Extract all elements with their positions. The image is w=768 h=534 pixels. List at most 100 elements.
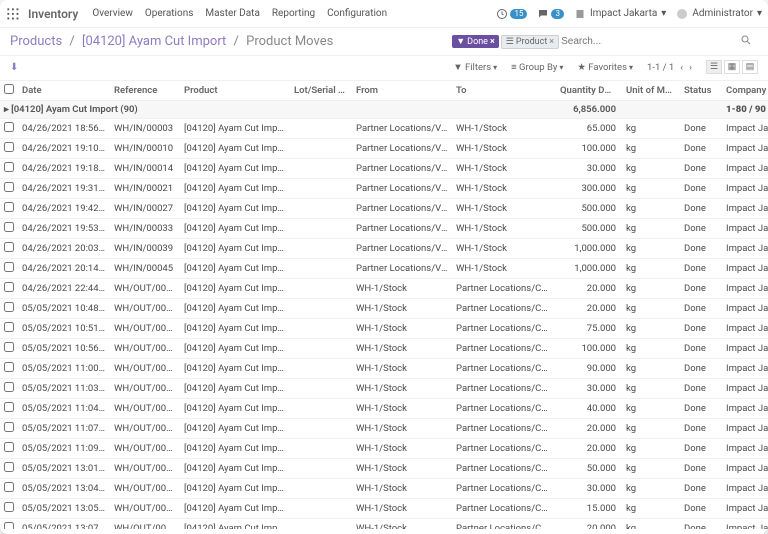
row-checkbox[interactable] [4,262,14,272]
filters-dropdown[interactable]: ▼ Filters [453,62,497,73]
col-product[interactable]: Product [180,81,290,101]
col-status[interactable]: Status [680,81,722,101]
remove-tag-icon[interactable]: × [490,37,495,47]
list-view-button[interactable]: ☰ [706,60,722,74]
table-scroll[interactable]: Date Reference Product Lot/Serial Number… [0,81,768,529]
row-checkbox[interactable] [4,322,14,332]
table-row[interactable]: 05/05/2021 13:04:25WH/OUT/00014[04120] A… [0,479,768,499]
table-row[interactable]: 04/26/2021 19:31:51WH/IN/00021[04120] Ay… [0,179,768,199]
row-checkbox[interactable] [4,422,14,432]
messages-badge: 3 [551,9,564,19]
table-row[interactable]: 04/26/2021 19:18:36WH/IN/00014[04120] Ay… [0,159,768,179]
table-row[interactable]: 05/05/2021 13:05:49WH/OUT/00015[04120] A… [0,499,768,519]
user-label: Administrator [692,8,753,19]
col-to[interactable]: To [452,81,556,101]
breadcrumb-item[interactable]: [04120] Ayam Cut Import [82,34,226,49]
col-from[interactable]: From [352,81,452,101]
table-row[interactable]: 05/05/2021 11:04:58WH/OUT/00011[04120] A… [0,399,768,419]
col-uom[interactable]: Unit of Measure [622,81,680,101]
col-company[interactable]: Company [722,81,768,101]
pager-next-icon[interactable]: › [689,62,692,73]
apps-icon[interactable] [6,7,20,21]
company-switcher[interactable]: Impact Jakarta ▾ [574,8,666,20]
row-checkbox[interactable] [4,462,14,472]
row-checkbox[interactable] [4,222,14,232]
filter-tag-done-label: Done [467,37,488,47]
table-row[interactable]: 04/26/2021 20:14:30WH/IN/00045[04120] Ay… [0,259,768,279]
funnel-icon: ▼ [456,36,465,47]
row-checkbox[interactable] [4,122,14,132]
row-checkbox[interactable] [4,182,14,192]
view-switcher: ☰ ▦ ▤ [706,60,758,74]
main-menu: Overview Operations Master Data Reportin… [92,8,387,19]
row-checkbox[interactable] [4,342,14,352]
table-row[interactable]: 04/26/2021 19:42:09WH/IN/00027[04120] Ay… [0,199,768,219]
select-all[interactable] [0,81,18,101]
group-tag-product[interactable]: ☰ Product × [501,35,559,49]
export-icon[interactable]: ⬇ [10,62,18,73]
row-checkbox[interactable] [4,522,14,529]
table-row[interactable]: 05/05/2021 10:48:33WH/OUT/00003[04120] A… [0,299,768,319]
clock-icon [496,8,508,20]
table-row[interactable]: 05/05/2021 11:00:39WH/OUT/00009[04120] A… [0,359,768,379]
row-checkbox[interactable] [4,242,14,252]
menu-masterdata[interactable]: Master Data [205,8,260,19]
user-menu[interactable]: Administrator ▾ [676,8,762,20]
row-checkbox[interactable] [4,502,14,512]
col-lot[interactable]: Lot/Serial Number [290,81,352,101]
table-row[interactable]: 04/26/2021 20:03:13WH/IN/00039[04120] Ay… [0,239,768,259]
row-checkbox[interactable] [4,402,14,412]
filter-bar: ⬇ ▼ Filters ≡ Group By ★ Favorites 1-1 /… [0,56,768,81]
col-reference[interactable]: Reference [110,81,180,101]
table-header: Date Reference Product Lot/Serial Number… [0,81,768,101]
table-row[interactable]: 05/05/2021 13:01:47WH/OUT/00013[04120] A… [0,459,768,479]
search-input[interactable] [561,36,621,47]
row-checkbox[interactable] [4,362,14,372]
pivot-view-button[interactable]: ▤ [742,60,758,74]
group-row[interactable]: ▸ [04120] Ayam Cut Import (90)6,856.0001… [0,101,768,119]
col-date[interactable]: Date [18,81,110,101]
menu-configuration[interactable]: Configuration [327,8,387,19]
col-qty[interactable]: Quantity Done [556,81,622,101]
row-checkbox[interactable] [4,282,14,292]
row-checkbox[interactable] [4,482,14,492]
group-tag-product-label: Product [516,37,547,47]
table-row[interactable]: 05/05/2021 13:07:26WH/OUT/00016[04120] A… [0,519,768,530]
table-row[interactable]: 05/05/2021 10:56:13WH/OUT/00008[04120] A… [0,339,768,359]
menu-operations[interactable]: Operations [145,8,194,19]
app-name[interactable]: Inventory [28,7,78,21]
favorites-dropdown[interactable]: ★ Favorites [577,62,633,73]
pager: 1-1 / 1 ‹ › [647,62,692,73]
caret-down-icon: ▾ [661,8,666,19]
row-checkbox[interactable] [4,302,14,312]
search-area: ▼ Done × ☰ Product × [452,35,621,49]
table-row[interactable]: 04/26/2021 18:56:52WH/IN/00003[04120] Ay… [0,119,768,139]
table-row[interactable]: 05/05/2021 11:07:55WH/OUT/00005[04120] A… [0,419,768,439]
table-row[interactable]: 05/05/2021 11:09:17WH/OUT/00006[04120] A… [0,439,768,459]
row-checkbox[interactable] [4,162,14,172]
activities-button[interactable]: 15 [496,8,527,20]
row-checkbox[interactable] [4,442,14,452]
menu-reporting[interactable]: Reporting [272,8,315,19]
pager-label[interactable]: 1-1 / 1 [647,62,674,73]
table-row[interactable]: 04/26/2021 22:44:42WH/OUT/00002[04120] A… [0,279,768,299]
table-row[interactable]: 04/26/2021 19:53:10WH/IN/00033[04120] Ay… [0,219,768,239]
caret-down-icon: ▾ [757,8,762,19]
control-panel: Products / [04120] Ayam Cut Import / Pro… [0,28,768,56]
breadcrumb-products[interactable]: Products [10,34,62,49]
row-checkbox[interactable] [4,382,14,392]
menu-overview[interactable]: Overview [92,8,133,19]
search-icon[interactable] [740,34,758,49]
pager-prev-icon[interactable]: ‹ [680,62,683,73]
groupby-dropdown[interactable]: ≡ Group By [511,62,563,73]
row-checkbox[interactable] [4,142,14,152]
messages-button[interactable]: 3 [537,8,564,20]
filter-tag-done[interactable]: ▼ Done × [452,35,499,48]
avatar-icon [676,8,688,20]
table-row[interactable]: 05/05/2021 11:03:24WH/OUT/00010[04120] A… [0,379,768,399]
remove-tag-icon[interactable]: × [549,37,554,47]
table-row[interactable]: 05/05/2021 10:51:40WH/OUT/00007[04120] A… [0,319,768,339]
kanban-view-button[interactable]: ▦ [724,60,740,74]
row-checkbox[interactable] [4,202,14,212]
table-row[interactable]: 04/26/2021 19:10:56WH/IN/00010[04120] Ay… [0,139,768,159]
